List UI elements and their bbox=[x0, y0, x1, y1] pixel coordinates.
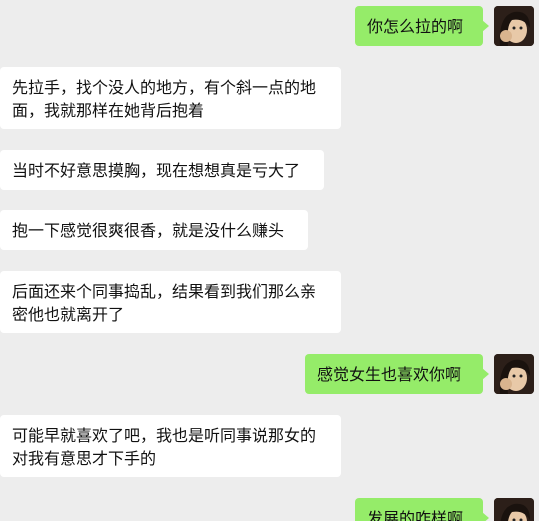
message-text: 你怎么拉的啊 bbox=[367, 17, 464, 36]
outgoing-message-bubble[interactable]: 发展的咋样啊 bbox=[355, 498, 489, 521]
user-avatar-icon[interactable] bbox=[494, 354, 534, 394]
message-text: 发展的咋样啊 bbox=[367, 509, 464, 521]
incoming-message-bubble[interactable]: 后面还来个同事捣乱，结果看到我们那么亲密他也就离开了 bbox=[0, 271, 341, 333]
user-avatar-icon[interactable] bbox=[494, 498, 534, 521]
message-text: 后面还来个同事捣乱，结果看到我们那么亲密他也就离开了 bbox=[12, 282, 317, 324]
avatar-image bbox=[494, 6, 534, 46]
user-avatar-icon[interactable] bbox=[494, 6, 534, 46]
avatar-image bbox=[494, 498, 534, 521]
avatar-image bbox=[494, 354, 534, 394]
incoming-message-bubble[interactable]: 抱一下感觉很爽很香，就是没什么赚头 bbox=[0, 210, 308, 250]
outgoing-message-bubble[interactable]: 感觉女生也喜欢你啊 bbox=[305, 354, 489, 394]
chat-message-list[interactable]: 你怎么拉的啊 先拉手，找个没人的地方，有个斜一点的地面，我就那样在她背后抱着 当… bbox=[0, 0, 539, 521]
message-text: 当时不好意思摸胸，现在想想真是亏大了 bbox=[12, 161, 301, 180]
outgoing-message-bubble[interactable]: 你怎么拉的啊 bbox=[355, 6, 489, 46]
incoming-message-bubble[interactable]: 先拉手，找个没人的地方，有个斜一点的地面，我就那样在她背后抱着 bbox=[0, 67, 341, 129]
message-text: 先拉手，找个没人的地方，有个斜一点的地面，我就那样在她背后抱着 bbox=[12, 78, 317, 120]
message-text: 可能早就喜欢了吧，我也是听同事说那女的对我有意思才下手的 bbox=[12, 426, 317, 468]
message-text: 抱一下感觉很爽很香，就是没什么赚头 bbox=[12, 221, 285, 240]
incoming-message-bubble[interactable]: 当时不好意思摸胸，现在想想真是亏大了 bbox=[0, 150, 324, 190]
message-text: 感觉女生也喜欢你啊 bbox=[317, 365, 462, 384]
incoming-message-bubble[interactable]: 可能早就喜欢了吧，我也是听同事说那女的对我有意思才下手的 bbox=[0, 415, 341, 477]
